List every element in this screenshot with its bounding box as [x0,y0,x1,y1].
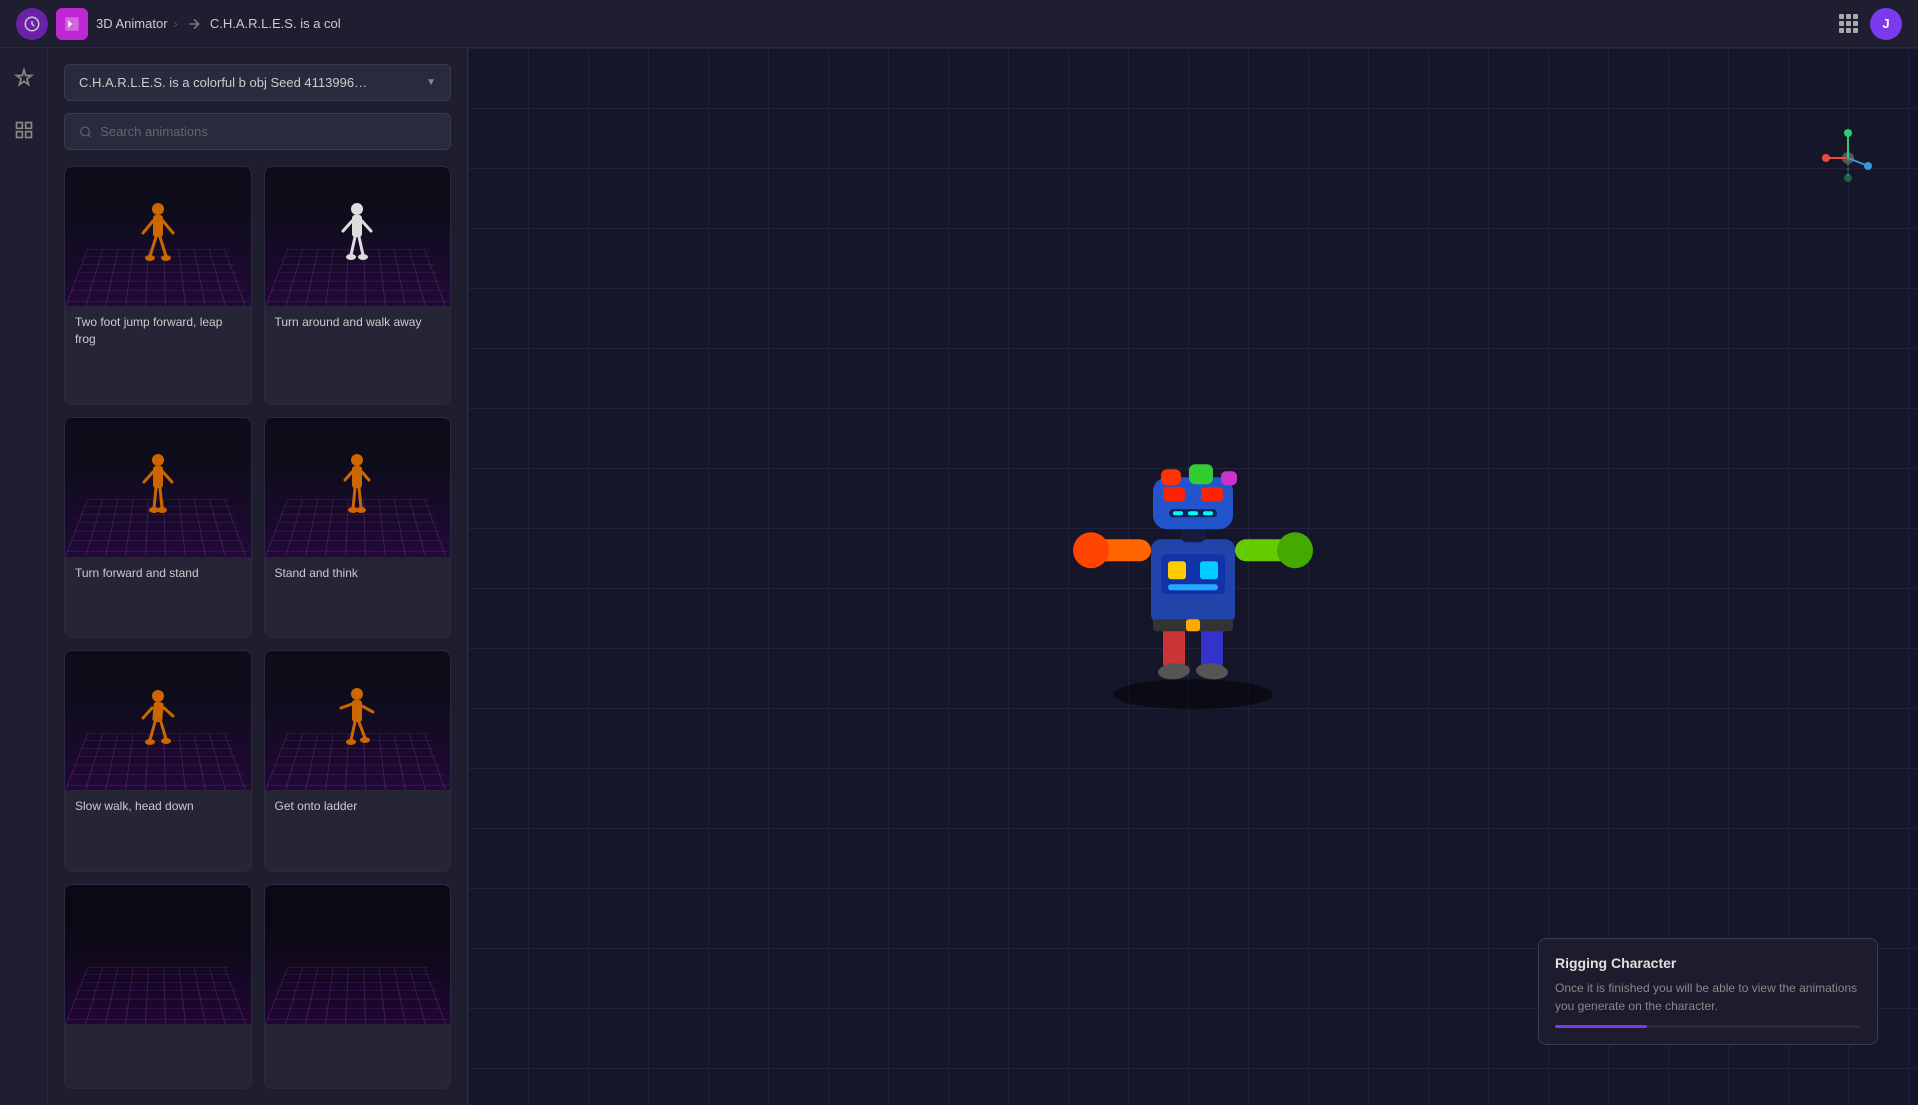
rigging-title: Rigging Character [1555,955,1861,971]
dropdown-label: C.H.A.R.L.E.S. is a colorful b obj Seed … [79,75,367,90]
anim-label-4: Stand and think [265,557,451,590]
anim-card-7[interactable] [64,884,252,1089]
anim-card-8[interactable] [264,884,452,1089]
gizmo[interactable] [1818,128,1878,188]
anim-thumbnail-2 [265,167,451,306]
dropdown-arrow-icon: ▼ [426,77,436,88]
animation-breadcrumb-icon [184,14,204,34]
icon-bar [0,48,48,1105]
topnav: 3D Animator › C.H.A.R.L.E.S. is a col J [0,0,1918,48]
user-avatar[interactable]: J [1870,8,1902,40]
figure-4 [337,452,377,522]
brand-icon-button[interactable] [56,8,88,40]
animation-grid: Two foot jump forward, leap frog [64,166,451,1089]
search-input[interactable] [100,124,436,139]
anim-thumbnail-3 [65,418,251,557]
anim-card-6[interactable]: Get onto ladder [264,650,452,872]
apps-grid-icon[interactable] [1839,14,1858,33]
anim-thumbnail-8 [265,885,451,1024]
main-content: C.H.A.R.L.E.S. is a colorful b obj Seed … [0,48,1918,1105]
breadcrumb-project[interactable]: C.H.A.R.L.E.S. is a col [210,16,341,31]
anim-thumbnail-6 [265,651,451,790]
character-svg [1073,409,1313,709]
project-dropdown[interactable]: C.H.A.R.L.E.S. is a colorful b obj Seed … [64,64,451,101]
breadcrumb: 3D Animator › C.H.A.R.L.E.S. is a col [96,14,341,34]
anim-thumbnail-4 [265,418,451,557]
character-container [1073,409,1313,714]
figure-5 [138,686,178,756]
figure-6 [337,686,377,756]
figure-2 [337,201,377,271]
viewport[interactable]: Rigging Character Once it is finished yo… [468,48,1918,1105]
anim-card-1[interactable]: Two foot jump forward, leap frog [64,166,252,405]
home-icon-button[interactable] [16,8,48,40]
grid-view-icon[interactable] [6,112,42,148]
anim-thumbnail-7 [65,885,251,1024]
anim-card-5[interactable]: Slow walk, head down [64,650,252,872]
magic-tool-icon[interactable] [6,60,42,96]
anim-card-4[interactable]: Stand and think [264,417,452,639]
anim-card-3[interactable]: Turn forward and stand [64,417,252,639]
anim-label-3: Turn forward and stand [65,557,251,590]
anim-label-8 [265,1024,451,1040]
figure-1 [138,201,178,271]
topnav-right: J [1839,8,1902,40]
anim-thumbnail-1 [65,167,251,306]
anim-label-6: Get onto ladder [265,790,451,823]
anim-label-1: Two foot jump forward, leap frog [65,306,251,356]
rigging-progress-bar [1555,1025,1861,1028]
breadcrumb-animator[interactable]: 3D Animator [96,16,168,31]
anim-label-5: Slow walk, head down [65,790,251,823]
anim-thumbnail-5 [65,651,251,790]
left-panel: C.H.A.R.L.E.S. is a colorful b obj Seed … [48,48,468,1105]
anim-label-2: Turn around and walk away [265,306,451,339]
anim-label-7 [65,1024,251,1040]
search-icon [79,125,92,139]
search-box[interactable] [64,113,451,150]
anim-card-2[interactable]: Turn around and walk away [264,166,452,405]
breadcrumb-separator: › [174,16,178,31]
rigging-progress-fill [1555,1025,1647,1028]
rigging-description: Once it is finished you will be able to … [1555,979,1861,1015]
rigging-panel: Rigging Character Once it is finished yo… [1538,938,1878,1045]
figure-3 [138,452,178,522]
topnav-left: 3D Animator › C.H.A.R.L.E.S. is a col [16,8,1839,40]
